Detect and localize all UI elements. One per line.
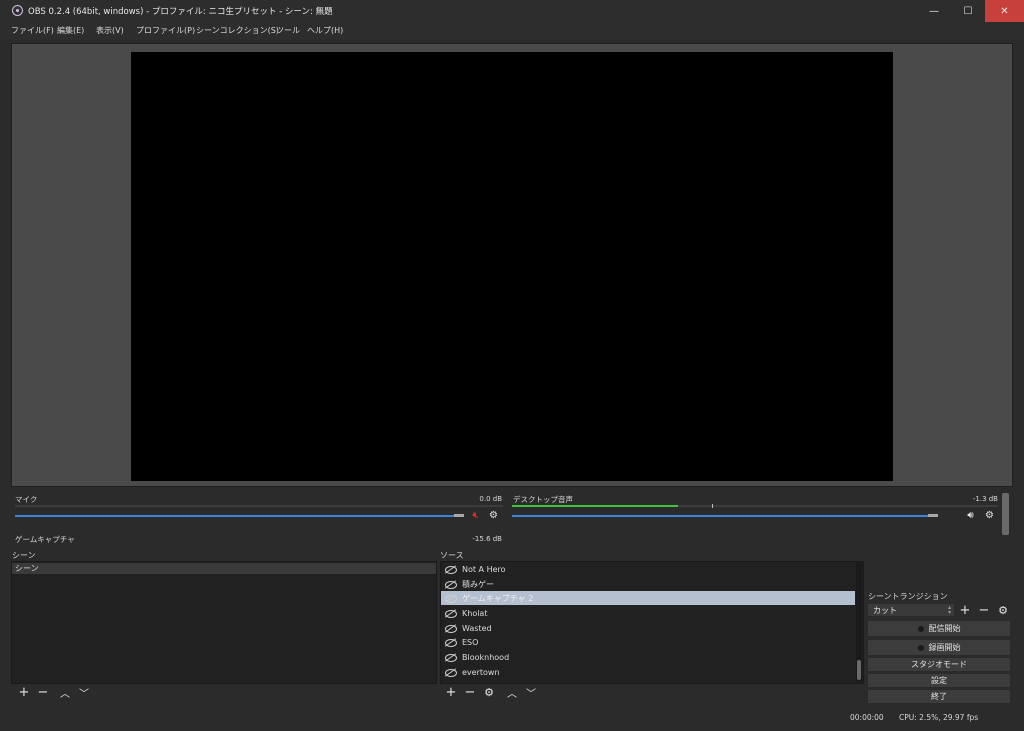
transition-select-value: カット [873, 605, 897, 615]
record-indicator-icon [917, 644, 924, 651]
source-name: ゲームキャプチャ 2 [462, 593, 534, 603]
source-item[interactable]: ESO [441, 635, 855, 649]
game-capture-label: ゲームキャプチャ [15, 535, 75, 544]
stream-indicator-icon [917, 625, 924, 632]
start-recording-label: 録画開始 [928, 643, 961, 652]
source-name: Blooknhood [462, 652, 510, 662]
minimize-button[interactable]: — [917, 0, 951, 22]
scenes-list[interactable] [11, 561, 437, 684]
visibility-icon[interactable] [445, 565, 457, 574]
mic-label: マイク [15, 495, 38, 504]
visibility-icon[interactable] [445, 594, 457, 603]
spinner-arrows-icon: ▴ ▾ [947, 604, 951, 616]
menu-edit[interactable]: 編集(E) [57, 25, 84, 36]
visibility-icon[interactable] [445, 580, 457, 589]
desktop-audio-db: -1.3 dB [972, 495, 998, 503]
source-up-button[interactable]: ︿ [505, 685, 519, 700]
menu-tools[interactable]: ツール [276, 25, 300, 36]
source-name: 積みゲー [462, 579, 494, 589]
mic-volume-handle[interactable] [454, 514, 464, 517]
scene-up-button[interactable]: ︿ [58, 685, 72, 700]
desktop-audio-gear-icon[interactable]: ⚙ [984, 510, 995, 521]
source-item-selected[interactable]: ゲームキャプチャ 2 [441, 591, 855, 605]
source-item[interactable]: Wasted [441, 621, 855, 635]
settings-button[interactable]: 設定 [867, 673, 1011, 688]
sources-scrollbar-thumb[interactable] [857, 660, 861, 680]
audio-mixer [11, 489, 1013, 547]
source-name: Not A Hero [462, 564, 506, 574]
visibility-icon[interactable] [445, 638, 457, 647]
obs-logo-icon [12, 5, 23, 16]
mute-icon[interactable]: 🔇︎ [470, 510, 481, 521]
transition-select[interactable]: カット ▴ ▾ [867, 603, 955, 617]
cpu-fps-status: CPU: 2.5%, 29.97 fps [899, 713, 979, 722]
source-item[interactable]: 積みゲー [441, 577, 855, 591]
source-name: Wasted [462, 623, 492, 633]
start-streaming-button[interactable]: 配信開始 [867, 620, 1011, 637]
menu-help[interactable]: ヘルプ(H) [307, 25, 343, 36]
desktop-audio-meter-level [512, 505, 678, 507]
menu-file[interactable]: ファイル(F) [11, 25, 54, 36]
scene-item[interactable]: シーン [12, 563, 436, 574]
source-name: ESO [462, 637, 479, 647]
source-item[interactable]: Not A Hero [441, 562, 855, 576]
window-title: OBS 0.2.4 (64bit, windows) - プロファイル: ニコ生… [28, 7, 333, 17]
visibility-icon[interactable] [445, 609, 457, 618]
visibility-icon[interactable] [445, 668, 457, 677]
transition-gear-icon[interactable]: ⚙ [996, 603, 1010, 617]
remove-transition-button[interactable]: − [977, 603, 991, 618]
maximize-button[interactable]: ☐ [951, 0, 985, 22]
visibility-icon[interactable] [445, 653, 457, 662]
source-down-button[interactable]: ﹀ [524, 685, 538, 700]
start-recording-button[interactable]: 録画開始 [867, 639, 1011, 656]
mic-gear-icon[interactable]: ⚙ [488, 510, 499, 521]
mic-volume-slider[interactable] [15, 515, 455, 517]
close-button[interactable]: ✕ [985, 0, 1024, 22]
mic-db: 0.0 dB [479, 495, 502, 503]
studio-mode-button[interactable]: スタジオモード [867, 657, 1011, 672]
menu-scene-collection[interactable]: シーンコレクション(S) [196, 25, 279, 36]
desktop-audio-volume-handle[interactable] [928, 514, 938, 517]
add-source-button[interactable]: + [444, 685, 458, 700]
source-name: evertown [462, 667, 500, 677]
visibility-icon[interactable] [445, 624, 457, 633]
speaker-icon[interactable]: 🔊︎ [965, 510, 976, 521]
scene-down-button[interactable]: ﹀ [77, 685, 91, 700]
menu-profile[interactable]: プロファイル(P) [136, 25, 195, 36]
game-capture-db: -15.6 dB [472, 535, 502, 543]
start-streaming-label: 配信開始 [928, 624, 961, 633]
mic-meter [15, 505, 503, 507]
elapsed-time: 00:00:00 [850, 713, 884, 722]
desktop-audio-label: デスクトップ音声 [513, 495, 573, 504]
scenes-title: シーン [12, 551, 36, 560]
source-properties-gear-icon[interactable]: ⚙ [482, 685, 496, 699]
desktop-audio-peak-marker [712, 504, 713, 508]
scene-transition-title: シーントランジション [868, 592, 948, 601]
source-name: Kholat [462, 608, 488, 618]
source-item[interactable]: evertown [441, 665, 855, 679]
remove-source-button[interactable]: − [463, 685, 477, 700]
sources-title: ソース [440, 551, 464, 560]
mixer-scrollbar[interactable] [1002, 493, 1009, 535]
remove-scene-button[interactable]: − [36, 685, 50, 700]
source-item[interactable]: Kholat [441, 606, 855, 620]
preview-canvas[interactable] [131, 52, 893, 481]
exit-button[interactable]: 終了 [867, 689, 1011, 704]
menu-view[interactable]: 表示(V) [96, 25, 124, 36]
add-transition-button[interactable]: + [958, 603, 972, 618]
add-scene-button[interactable]: + [17, 685, 31, 700]
source-item[interactable]: Blooknhood [441, 650, 855, 664]
desktop-audio-volume-slider[interactable] [512, 515, 930, 517]
